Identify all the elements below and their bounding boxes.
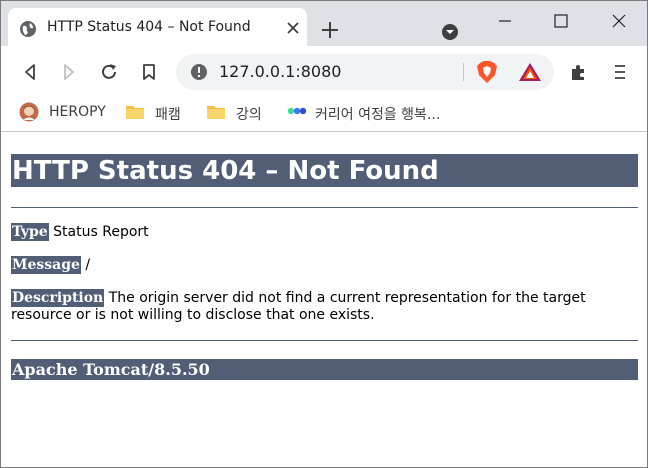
info-icon[interactable] xyxy=(190,63,208,81)
divider xyxy=(11,340,638,341)
back-icon[interactable] xyxy=(20,62,40,82)
type-row: Type Status Report xyxy=(11,223,638,241)
bookmark-label: 패캠 xyxy=(155,107,181,123)
browser-window: HTTP Status 404 – Not Found 127.0.0.1:80… xyxy=(0,0,648,468)
type-value: Status Report xyxy=(48,224,149,240)
bat-rewards-icon[interactable] xyxy=(518,62,542,82)
menu-icon[interactable] xyxy=(610,62,630,82)
bookmark-label: 커리어 여정을 행복... xyxy=(315,107,441,123)
folder-icon xyxy=(126,106,144,119)
browser-toolbar: 127.0.0.1:8080 xyxy=(1,46,647,97)
bookmark-icon[interactable] xyxy=(139,62,159,82)
bookmark-label: 강의 xyxy=(236,107,262,123)
tab-title: HTTP Status 404 – Not Found xyxy=(47,19,251,35)
brave-shield-icon[interactable] xyxy=(476,60,498,84)
divider xyxy=(11,207,638,208)
server-footer: Apache Tomcat/8.5.50 xyxy=(11,359,638,380)
folder-icon xyxy=(207,106,225,119)
window-close-icon[interactable] xyxy=(609,11,629,31)
url-text[interactable]: 127.0.0.1:8080 xyxy=(219,62,341,81)
close-tab-icon[interactable] xyxy=(287,22,299,34)
avatar xyxy=(19,102,39,122)
minimize-icon[interactable] xyxy=(495,11,515,31)
reload-icon[interactable] xyxy=(99,62,119,82)
extensions-icon[interactable] xyxy=(569,62,589,82)
dots-logo-icon xyxy=(287,107,307,115)
bookmarks-bar: HEROPY 패캠 강의 커리어 여정을 행복... xyxy=(1,97,647,132)
message-label: Message xyxy=(11,256,81,274)
maximize-icon[interactable] xyxy=(551,11,571,31)
message-value: / xyxy=(80,257,91,273)
tab-search-icon[interactable] xyxy=(441,23,459,41)
page-content: HTTP Status 404 – Not Found Type Status … xyxy=(1,132,647,467)
type-label: Type xyxy=(11,223,49,241)
description-label: Description xyxy=(11,289,105,307)
bookmark-folder-1[interactable]: 패캠 xyxy=(125,97,195,127)
bookmark-item-heropy[interactable]: HEROPY xyxy=(19,97,114,127)
new-tab-icon[interactable] xyxy=(321,21,339,39)
description-row: Description The origin server did not fi… xyxy=(11,289,638,324)
bookmark-label: HEROPY xyxy=(49,104,106,120)
bookmark-item-career[interactable]: 커리어 여정을 행복... xyxy=(287,97,477,127)
address-bar-divider xyxy=(463,63,464,81)
browser-tab[interactable]: HTTP Status 404 – Not Found xyxy=(8,8,307,46)
tab-strip: HTTP Status 404 – Not Found xyxy=(1,1,647,46)
message-row: Message / xyxy=(11,256,638,274)
bookmark-folder-2[interactable]: 강의 xyxy=(206,97,276,127)
globe-icon xyxy=(20,21,36,37)
address-bar[interactable]: 127.0.0.1:8080 xyxy=(176,54,554,90)
forward-icon[interactable] xyxy=(59,62,79,82)
page-title: HTTP Status 404 – Not Found xyxy=(11,154,638,187)
